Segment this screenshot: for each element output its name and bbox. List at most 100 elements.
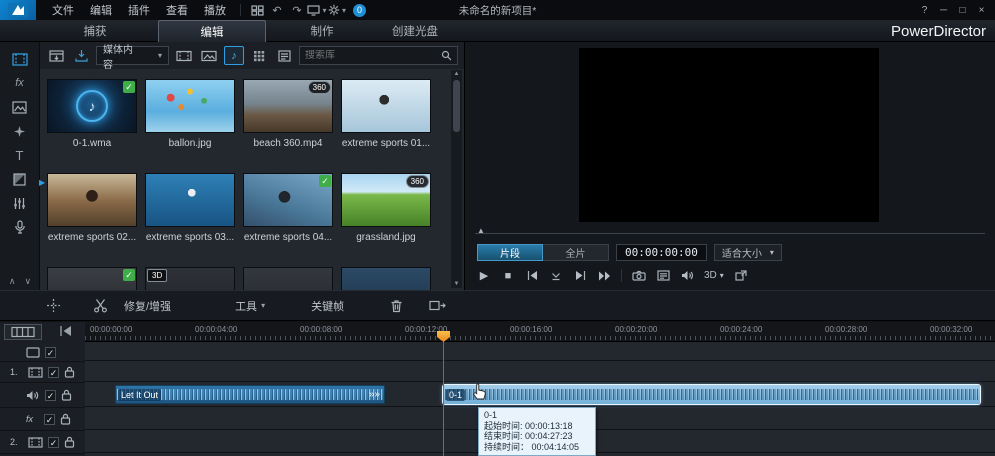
redo-button[interactable]: ↷ (287, 2, 307, 18)
lock-icon[interactable] (64, 436, 75, 448)
filter-photo-button[interactable] (199, 46, 219, 65)
search-input[interactable] (305, 50, 437, 61)
sidebar-scroll-down-button[interactable]: ∨ (25, 276, 32, 287)
tab-produce[interactable]: 制作 (287, 20, 357, 42)
seek-marker-icon[interactable]: ▲ (477, 226, 485, 235)
display-mode-button[interactable]: ▾ (307, 2, 327, 18)
selection-tool-button[interactable] (46, 298, 61, 313)
download-media-button[interactable] (71, 46, 91, 65)
next-frame-button[interactable] (573, 268, 587, 283)
filter-video-button[interactable] (174, 46, 194, 65)
track-enable-checkbox[interactable]: ✓ (48, 367, 59, 378)
timeline-ruler[interactable]: 00:00:00:00 00:00:04:00 00:00:08:00 00:0… (85, 322, 995, 342)
play-button[interactable]: ▶ (477, 268, 491, 283)
menu-edit[interactable]: 编辑 (82, 2, 120, 18)
snapshot-camera-button[interactable] (632, 268, 646, 283)
keyframe-button[interactable]: 关键帧 (311, 298, 344, 314)
preview-seek-bar[interactable] (475, 233, 985, 234)
track-enable-checkbox[interactable]: ✓ (45, 347, 56, 358)
menu-file[interactable]: 文件 (44, 2, 82, 18)
media-item[interactable]: ballon.jpg (144, 80, 236, 166)
search-icon[interactable] (441, 50, 452, 61)
audio-track-1[interactable]: Let It Out »» 0-1 (85, 382, 995, 407)
movie-mode-button[interactable]: 全片 (543, 244, 609, 261)
lock-icon[interactable] (61, 389, 72, 401)
close-button[interactable]: × (973, 3, 990, 18)
sidebar-item-audio-mixing-room[interactable] (6, 193, 34, 213)
app-logo-icon[interactable] (0, 0, 36, 20)
lock-icon[interactable] (64, 366, 75, 378)
media-item[interactable]: 3D (144, 268, 236, 290)
lock-icon[interactable] (60, 413, 71, 425)
media-item[interactable]: ♪ ✓ 0-1.wma (46, 80, 138, 166)
tools-dropdown-button[interactable]: 工具 ▾ (235, 298, 265, 314)
previous-frame-button[interactable] (525, 268, 539, 283)
media-item[interactable] (340, 268, 432, 290)
track-enable-checkbox[interactable]: ✓ (44, 414, 55, 425)
media-item[interactable]: extreme sports 01... (340, 80, 432, 166)
sidebar-item-title-room[interactable]: T (6, 145, 34, 165)
sidebar-item-effect-room[interactable]: fx (6, 73, 34, 93)
sidebar-item-transition-room[interactable] (6, 169, 34, 189)
audio-clip-selected[interactable]: 0-1 (443, 385, 980, 404)
timecode-display[interactable]: 00:00:00:00 (616, 244, 707, 261)
stop-button[interactable]: ■ (501, 268, 515, 283)
filter-music-button[interactable]: ♪ (224, 46, 244, 65)
panel-expand-icon[interactable]: ▶ (39, 178, 45, 187)
undo-button[interactable]: ↶ (267, 2, 287, 18)
track-enable-checkbox[interactable]: ✓ (45, 390, 56, 401)
maximize-button[interactable]: □ (954, 3, 971, 18)
media-item[interactable]: extreme sports 03... (144, 174, 236, 260)
fix-enhance-button[interactable]: 修复/增强 (124, 298, 171, 314)
settings-gear-button[interactable]: ▾ (327, 2, 347, 18)
produce-range-button[interactable] (429, 299, 446, 312)
undock-preview-button[interactable] (734, 268, 748, 283)
media-item[interactable]: extreme sports 02... (46, 174, 138, 260)
fast-forward-button[interactable] (597, 268, 611, 283)
clip-mode-button[interactable]: 片段 (477, 244, 543, 261)
rooms-grid-icon[interactable] (247, 2, 267, 18)
track-enable-checkbox[interactable]: ✓ (48, 437, 59, 448)
help-button[interactable]: ? (916, 3, 933, 18)
3d-mode-dropdown[interactable]: 3D ▾ (704, 270, 724, 281)
tab-edit[interactable]: 编辑 (158, 20, 266, 42)
library-scrollbar[interactable]: ▲ ▼ (451, 70, 462, 288)
sidebar-item-overlay-room[interactable] (6, 97, 34, 117)
sidebar-item-media-room[interactable] (6, 49, 34, 69)
grid-view-button[interactable] (249, 46, 269, 65)
media-item[interactable] (242, 268, 334, 290)
import-media-button[interactable] (46, 46, 66, 65)
minimize-button[interactable]: ─ (935, 3, 952, 18)
audio-clip[interactable]: Let It Out »» (115, 385, 385, 404)
menu-playback[interactable]: 播放 (196, 2, 234, 18)
split-scissors-button[interactable] (93, 298, 108, 313)
list-view-button[interactable] (274, 46, 294, 65)
media-item[interactable]: 360 grassland.jpg (340, 174, 432, 260)
volume-button[interactable] (680, 268, 694, 283)
scrollbar-thumb[interactable] (453, 80, 460, 132)
tab-capture[interactable]: 捕获 (60, 20, 130, 42)
media-item[interactable]: 360 beach 360.mp4 (242, 80, 334, 166)
marker-track[interactable] (85, 342, 995, 361)
delete-trash-button[interactable] (390, 299, 403, 313)
video-preview[interactable] (579, 48, 879, 222)
zoom-fit-dropdown[interactable]: 适合大小 ▾ (714, 244, 782, 261)
media-type-dropdown[interactable]: 媒体内容 ▾ (96, 46, 169, 65)
media-item[interactable]: ✓ (46, 268, 138, 290)
notification-badge[interactable]: 0 (353, 4, 366, 17)
menu-plugins[interactable]: 插件 (120, 2, 158, 18)
sidebar-item-voiceover-room[interactable] (6, 217, 34, 237)
media-item[interactable]: ✓ extreme sports 04... (242, 174, 334, 260)
sidebar-item-particle-room[interactable] (6, 121, 34, 141)
go-to-start-button[interactable] (58, 325, 73, 337)
video-track-1[interactable] (85, 361, 995, 382)
menu-view[interactable]: 查看 (158, 2, 196, 18)
tab-create-disc[interactable]: 创建光盘 (372, 20, 458, 42)
scroll-up-icon[interactable]: ▲ (454, 71, 460, 77)
preview-quality-button[interactable] (656, 268, 670, 283)
scroll-down-icon[interactable]: ▼ (454, 281, 460, 287)
seek-option-button[interactable] (549, 268, 563, 283)
timeline-view-toggle-button[interactable] (4, 324, 42, 340)
playhead-line[interactable] (443, 341, 444, 456)
sidebar-scroll-up-button[interactable]: ∧ (9, 276, 16, 287)
